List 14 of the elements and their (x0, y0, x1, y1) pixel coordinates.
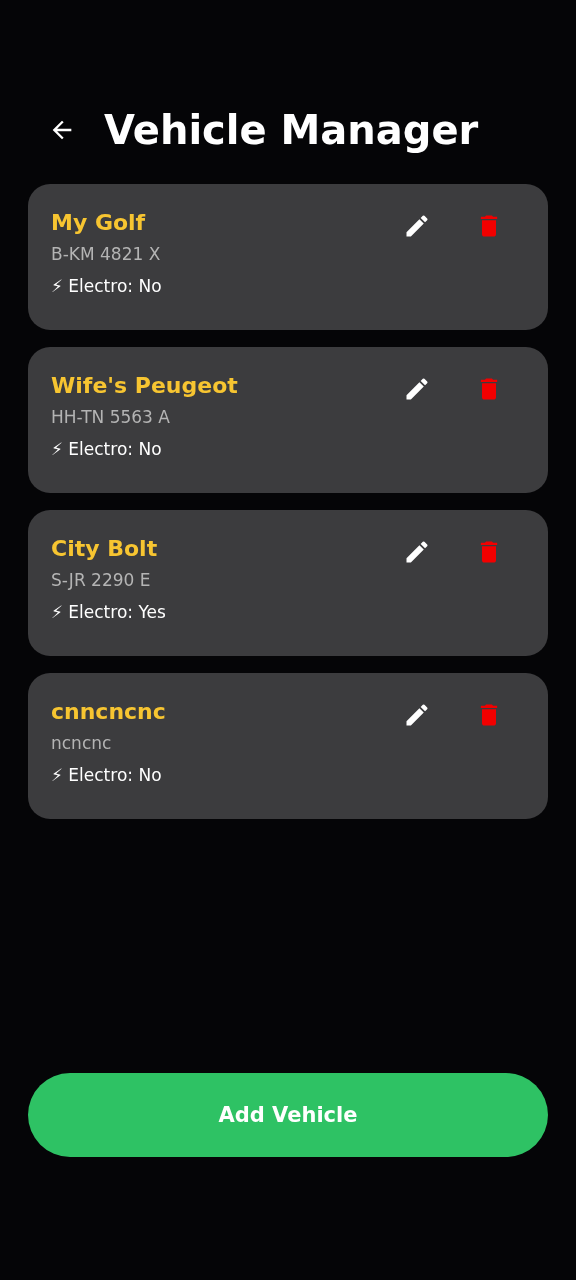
electro-status: ⚡ Electro: No (51, 438, 163, 461)
add-vehicle-button[interactable]: Add Vehicle (28, 1073, 548, 1157)
vehicle-name: Wife's Peugeot (51, 372, 238, 400)
license-plate: HH-TN 5563 A (51, 406, 171, 429)
vehicle-name: cnncncnc (51, 698, 166, 726)
electro-status: ⚡ Electro: No (51, 764, 163, 787)
license-plate: ncncnc (51, 732, 113, 755)
license-plate: S-JR 2290 E (51, 569, 152, 592)
license-plate: B-KM 4821 X (51, 243, 162, 266)
page-title: Vehicle Manager (104, 106, 479, 155)
vehicle-name: City Bolt (51, 535, 159, 563)
electro-status: ⚡ Electro: Yes (51, 601, 166, 624)
vehicle-name: My Golf (51, 209, 147, 237)
electro-status: ⚡ Electro: No (51, 275, 162, 298)
